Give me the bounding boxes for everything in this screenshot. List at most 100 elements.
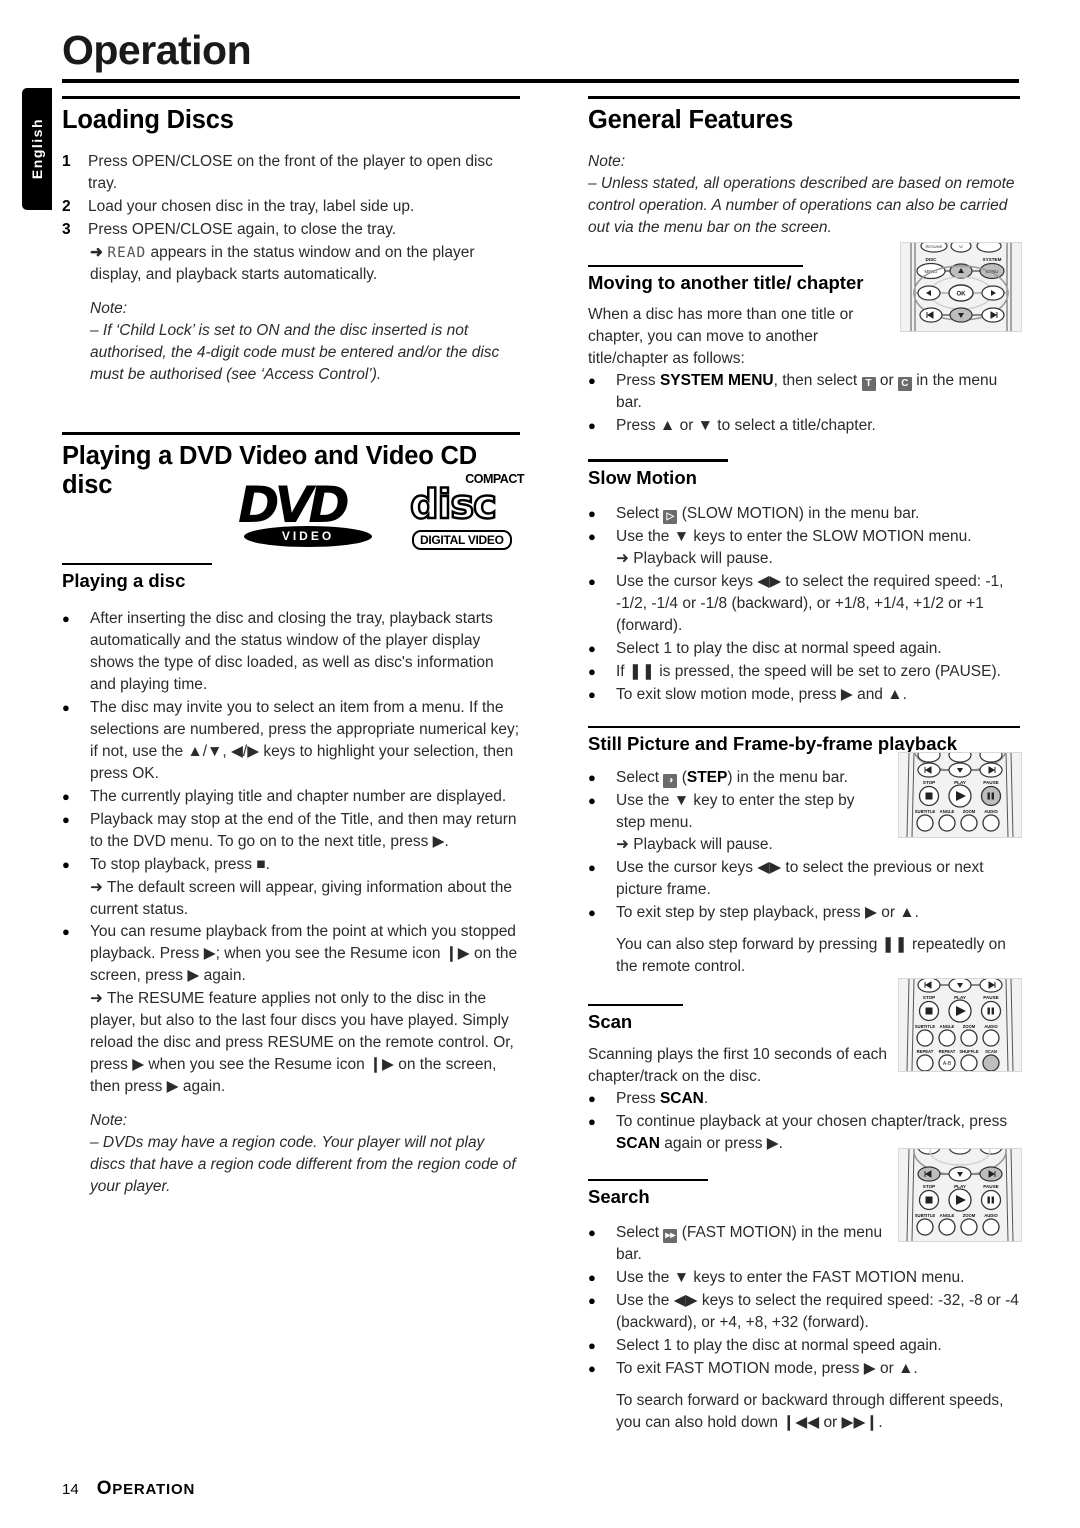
svg-text:PLAY: PLAY (954, 1184, 966, 1189)
footer-section-name: OPERATION (97, 1478, 195, 1500)
bullet-text: To exit slow motion mode, press ▶ and ▲. (616, 685, 907, 703)
svg-text:PAUSE: PAUSE (983, 780, 999, 785)
list-item: ● You can resume playback from the point… (62, 921, 520, 987)
svg-text:SUBTITLE: SUBTITLE (915, 1213, 936, 1218)
bullet-icon: ● (588, 770, 596, 786)
header-divider (62, 79, 1019, 83)
remote-photo-search: STOP PLAY PAUSE SUBTITLE ANGLE ZOOM AUDI… (898, 1148, 1022, 1242)
dvd-video-label: VIDEO (281, 529, 335, 543)
note-label: Note: (90, 300, 128, 318)
list-item: ● Select 1 to play the disc at normal sp… (588, 1335, 1020, 1357)
step-text: Press OPEN/CLOSE on the front of the pla… (88, 153, 493, 193)
list-item: ● The currently playing title and chapte… (62, 786, 520, 808)
chapter-badge-icon: C (897, 377, 912, 392)
svg-text:A-B: A-B (943, 1061, 952, 1067)
note-label: Note: (588, 153, 626, 171)
step-text: Load your chosen disc in the tray, label… (88, 198, 415, 216)
heading-rule (588, 459, 728, 462)
bullet-icon: ● (62, 611, 70, 627)
svg-text:ANGLE: ANGLE (940, 809, 955, 814)
bullet-text: To exit FAST MOTION mode, press ▶ or ▲. (616, 1359, 918, 1377)
list-item: ● Use the ▼ keys to enter the FAST MOTIO… (588, 1267, 1020, 1289)
bullet-icon: ● (588, 905, 596, 921)
svg-text:PAUSE: PAUSE (983, 1184, 999, 1189)
bullet-icon: ● (588, 1224, 596, 1240)
bullet-text: If ❚❚ is pressed, the speed will be set … (616, 662, 1001, 680)
svg-text:STOP: STOP (923, 1184, 935, 1189)
bullet-text: Select ◑ (STEP) in the menu bar. (616, 769, 848, 789)
svg-text:REPEAT: REPEAT (939, 1049, 956, 1054)
bullet-icon: ● (588, 505, 596, 521)
slow-motion-badge-icon: ▷ (663, 509, 678, 524)
list-item: ● Use the ▼ keys to enter the SLOW MOTIO… (588, 526, 1020, 570)
list-item: ● To exit slow motion mode, press ▶ and … (588, 684, 1020, 706)
svg-text:PLAY: PLAY (954, 995, 966, 1000)
note-text: – Unless stated, all operations describe… (588, 175, 1015, 237)
bullet-text: Select 1 to play the disc at normal spee… (616, 1336, 942, 1354)
bullet-icon: ● (62, 789, 70, 805)
bullet-line: Use the ▼ key to enter the step by step … (616, 792, 855, 832)
loading-discs-heading: Loading Discs (62, 105, 234, 134)
footer-page-number: 14 (62, 1481, 79, 1498)
note-block-2: Note: – DVDs may have a region code. You… (90, 1110, 520, 1198)
svg-text:SHUFFLE: SHUFFLE (959, 1049, 979, 1054)
playing-a-disc-bullets: ● After inserting the disc and closing t… (62, 608, 520, 876)
page-footer: 14 OPERATION (62, 1478, 195, 1500)
remote-step-svg: STOP PLAY PAUSE SUBTITLE ANGLE ZOOM AUDI… (899, 753, 1021, 837)
search-heading-block: Search (588, 1178, 708, 1208)
list-item: ● Use the cursor keys ◀▶ to select the p… (588, 857, 1020, 901)
dvd-video-logo: DVD VIDEO (232, 476, 387, 547)
step-number: 3 (62, 221, 71, 239)
bullet-text: Press ▲ or ▼ to select a title/chapter. (616, 417, 876, 435)
heading-rule (588, 1178, 708, 1181)
list-item: ● Press ▲ or ▼ to select a title/chapter… (588, 415, 1020, 437)
list-item: 1 Press OPEN/CLOSE on the front of the p… (62, 151, 520, 195)
scan-heading-block: Scan (588, 1004, 683, 1033)
bullet-icon: ● (588, 528, 596, 544)
svg-text:SYSTEM: SYSTEM (983, 257, 1002, 262)
still-picture-bullets-2: ● Use the cursor keys ◀▶ to select the p… (588, 857, 1020, 924)
list-item: ● Press SYSTEM MENU, then select T or C … (588, 370, 1020, 414)
bullet-icon: ● (588, 1337, 596, 1353)
heading-rule (588, 96, 1020, 99)
bullet-text: Use the cursor keys ◀▶ to select the pre… (616, 859, 984, 899)
bullet-icon: ● (62, 700, 70, 716)
resume-bullets: ● You can resume playback from the point… (62, 921, 520, 987)
step3-result: ➜ READ appears in the status window and … (90, 242, 520, 286)
svg-text:AUDIO: AUDIO (984, 1213, 998, 1218)
resume-result-text: ➜ The RESUME feature applies not only to… (90, 990, 514, 1096)
loading-discs-heading-block: Loading Discs (62, 96, 520, 135)
bullet-text: Use the ▼ key to enter the step by step … (616, 790, 888, 856)
list-item: ● After inserting the disc and closing t… (62, 608, 520, 696)
disc-wordmark: disc (409, 482, 498, 528)
svg-text:RESUME: RESUME (925, 244, 942, 249)
lcd-readout: READ (107, 245, 147, 262)
manual-page: English Operation Loading Discs 1 Press … (0, 0, 1080, 1528)
bullet-text: To stop playback, press ■. (90, 856, 270, 874)
bullet-icon: ● (588, 1360, 596, 1376)
svg-text:PLAY: PLAY (954, 780, 966, 785)
bullet-text: Use the cursor keys ◀▶ to select the req… (616, 572, 1004, 634)
moving-title-heading: Moving to another title/ chapter (588, 272, 864, 294)
step-number: 2 (62, 198, 71, 216)
bullet-text: Select ▷ (SLOW MOTION) in the menu bar. (616, 504, 920, 524)
heading-rule (62, 432, 520, 435)
system-menu-term: SYSTEM MENU (659, 372, 774, 390)
step-text: Press OPEN/CLOSE again, to close the tra… (88, 221, 397, 239)
svg-text:SCAN: SCAN (985, 1049, 997, 1054)
bullet-text: Use the ▼ keys to enter the FAST MOTION … (616, 1268, 965, 1286)
list-item: 3 Press OPEN/CLOSE again, to close the t… (62, 219, 520, 241)
remote-photo-step: STOP PLAY PAUSE SUBTITLE ANGLE ZOOM AUDI… (898, 752, 1022, 838)
list-item: ● Use the ◀▶ keys to select the required… (588, 1290, 1020, 1334)
slow-motion-bullets: ● Select ▷ (SLOW MOTION) in the menu bar… (588, 503, 1020, 706)
footer-section-initial: O (96, 1478, 113, 1499)
remote-scan-svg: STOP PLAY PAUSE SUBTITLE ANGLE ZOOM AUDI… (899, 979, 1021, 1071)
svg-text:SUBTITLE: SUBTITLE (915, 809, 936, 814)
page-title: Operation (62, 27, 252, 73)
scan-heading: Scan (588, 1011, 633, 1033)
remote-photo-cursor-pad: RESUME U DISC SYSTEM MENU MENU OK (900, 242, 1022, 332)
title-badge-icon: T (861, 377, 876, 392)
bullet-icon: ● (62, 812, 70, 828)
bullet-icon: ● (588, 1090, 596, 1106)
playing-a-disc-heading-block: Playing a disc (62, 562, 520, 592)
